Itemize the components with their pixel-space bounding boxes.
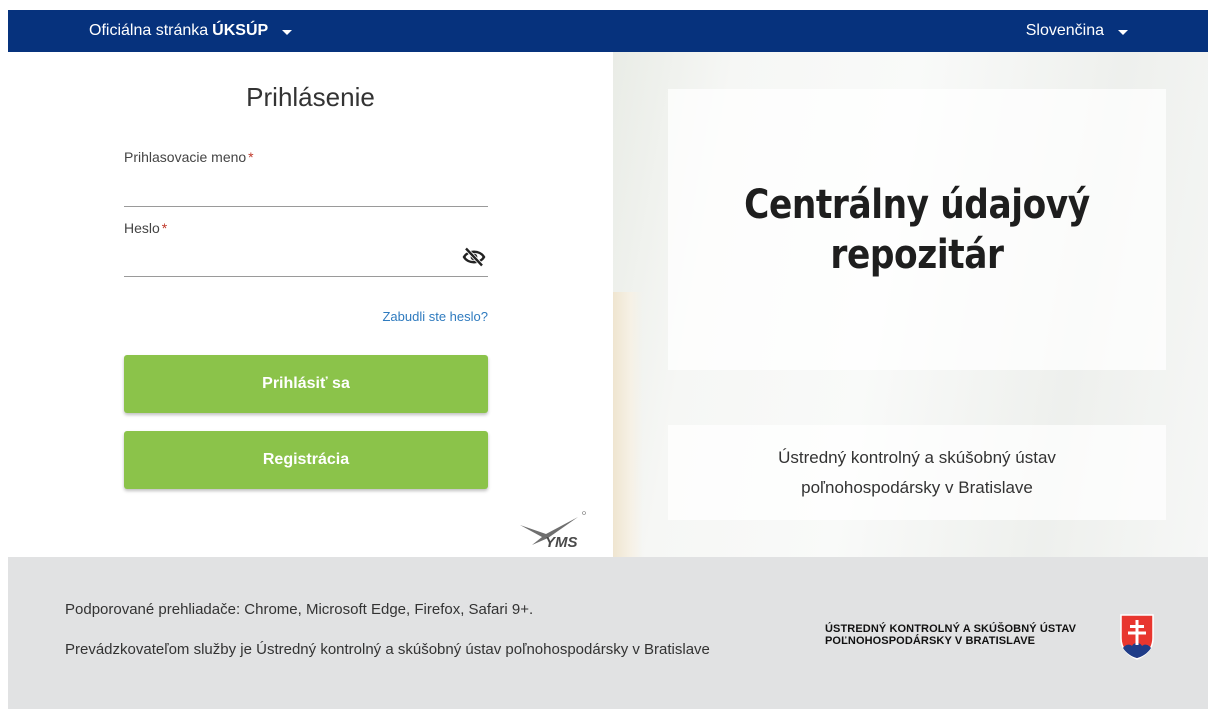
username-label-text: Prihlasovacie meno: [124, 149, 247, 165]
top-navigation-bar: Oficiálna stránka ÚKSÚP Slovenčina: [8, 10, 1208, 52]
hero-background-image: [613, 292, 643, 557]
hero-section: Centrálny údajový repozitár Ústredný kon…: [613, 52, 1208, 557]
password-label-text: Heslo: [124, 220, 160, 236]
password-field[interactable]: Heslo *: [124, 220, 488, 278]
password-label: Heslo *: [124, 220, 488, 236]
login-title: Prihlásenie: [246, 82, 375, 112]
organization-logo-line-1: ÚSTREDNÝ KONTROLNÝ A SKÚŠOBNÝ ÚSTAV: [825, 623, 1077, 635]
footer: Podporované prehliadače: Chrome, Microso…: [8, 557, 1208, 709]
language-selector[interactable]: Slovenčina: [1026, 22, 1128, 40]
hero-title-card: Centrálny údajový repozitár: [668, 89, 1166, 370]
username-label: Prihlasovacie meno *: [124, 149, 488, 165]
language-label: Slovenčina: [1025, 22, 1104, 39]
password-input-underline: [124, 276, 488, 277]
yms-logo-text: YMS: [545, 534, 578, 551]
official-site-dropdown[interactable]: Oficiálna stránka ÚKSÚP: [89, 22, 293, 40]
hero-title-line-2: repozitár: [830, 231, 1004, 278]
login-panel: Prihlásenie Prihlasovacie meno * Heslo * Z…: [8, 52, 613, 557]
required-mark: *: [161, 220, 168, 236]
hero-subtitle-line-2: poľnohospodársky v Bratislave: [801, 477, 1033, 497]
hero-subtitle-line-1: Ústredný kontrolný a skúšobný ústav: [778, 447, 1056, 467]
login-button[interactable]: Prihlásiť sa: [124, 355, 488, 413]
chevron-down-icon: [282, 29, 293, 35]
organization-logo-line-2: POĽNOHOSPODÁRSKY V BRATISLAVE: [825, 635, 1036, 647]
yms-logo: YMS: [520, 511, 586, 551]
hero-title-line-1: Centrálny údajový: [744, 181, 1090, 228]
register-button[interactable]: Registrácia: [124, 431, 488, 489]
hero-subtitle: Ústredný kontrolný a skúšobný ústav poľn…: [778, 443, 1056, 503]
chevron-down-icon: [1118, 29, 1128, 35]
official-site-label: Oficiálna stránka: [89, 22, 209, 39]
slovak-coat-of-arms-icon: [1120, 614, 1154, 660]
required-mark: *: [248, 149, 254, 165]
official-site-brand: ÚKSÚP: [212, 22, 269, 39]
forgot-password-link[interactable]: Zabudli ste heslo?: [124, 309, 488, 324]
supported-browsers-text: Podporované prehliadače: Chrome, Microso…: [65, 601, 534, 618]
hero-title: Centrálny údajový repozitár: [744, 180, 1090, 280]
hero-subtitle-card: Ústredný kontrolný a skúšobný ústav poľn…: [668, 425, 1166, 520]
organization-logo-text: ÚSTREDNÝ KONTROLNÝ A SKÚŠOBNÝ ÚSTAV POĽN…: [825, 623, 1076, 647]
eye-off-icon[interactable]: [462, 247, 486, 267]
username-input-underline: [124, 206, 488, 207]
username-field[interactable]: Prihlasovacie meno *: [124, 149, 488, 207]
service-operator-text: Prevádzkovateľom služby je Ústredný kont…: [65, 641, 710, 658]
